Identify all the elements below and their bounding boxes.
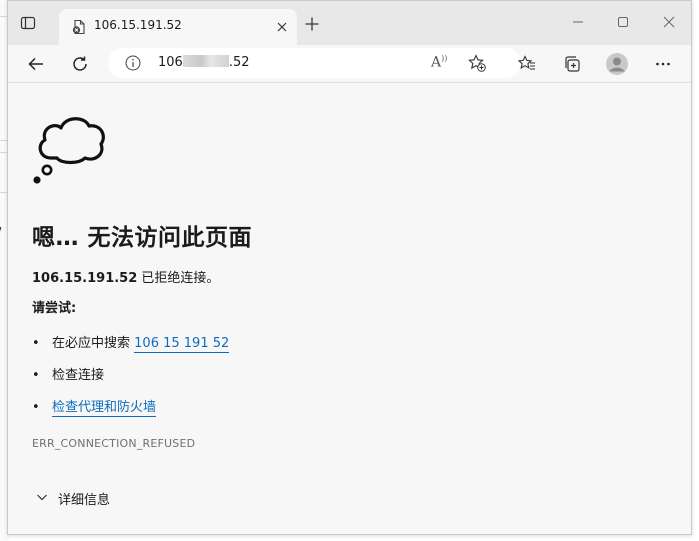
close-icon[interactable] <box>659 13 679 31</box>
address-bar[interactable]: 106.52 A)) <box>108 48 521 78</box>
suggestion-search-text: 在必应中搜索 <box>52 336 131 351</box>
refresh-icon[interactable] <box>67 51 93 77</box>
favicon-error-icon <box>71 19 87 35</box>
browser-window: 106.15.191.52 106 .52 A)) 嗯… 无法访问此页面 106… <box>7 0 692 535</box>
maximize-icon[interactable] <box>613 13 633 31</box>
info-icon[interactable] <box>125 55 141 71</box>
bing-search-link[interactable]: 106 15 191 52 <box>134 336 230 353</box>
proxy-firewall-link[interactable]: 检查代理和防火墙 <box>52 400 157 417</box>
suggestion-check-connection: • 检查连接 <box>32 368 105 383</box>
add-favorite-icon[interactable] <box>467 53 487 73</box>
tab-title: 106.15.191.52 <box>94 18 182 32</box>
profile-avatar-icon[interactable] <box>604 51 630 77</box>
read-aloud-icon[interactable]: A)) <box>431 54 447 71</box>
tab-actions-icon[interactable] <box>20 15 36 31</box>
address-prefix: 106 <box>158 55 183 70</box>
new-tab-icon[interactable] <box>304 16 320 32</box>
details-toggle[interactable]: 详细信息 <box>36 489 110 508</box>
address-text[interactable]: 106.52 <box>158 55 250 70</box>
address-suffix: .52 <box>228 55 250 70</box>
error-code: ERR_CONNECTION_REFUSED <box>32 437 196 450</box>
tab-bar: 106.15.191.52 <box>8 1 691 45</box>
back-arrow-icon[interactable] <box>23 51 49 77</box>
chevron-down-icon <box>36 491 48 507</box>
try-label: 请尝试: <box>32 301 77 316</box>
thought-cloud-icon <box>31 114 107 190</box>
error-page: 嗯… 无法访问此页面 106.15.191.52 已拒绝连接。 请尝试: • 在必… <box>8 83 691 534</box>
suggestion-search: • 在必应中搜索 106 15 191 52 <box>32 336 230 353</box>
error-message: 106.15.191.52 已拒绝连接。 <box>32 267 219 286</box>
more-icon[interactable] <box>650 51 676 77</box>
tab-active[interactable]: 106.15.191.52 <box>59 9 297 45</box>
toolbar: 106.52 A)) <box>8 45 691 83</box>
error-host: 106.15.191.52 <box>32 271 138 286</box>
suggestion-proxy-firewall: • 检查代理和防火墙 <box>32 400 157 417</box>
suggestion-check-connection-text: 检查连接 <box>52 368 105 383</box>
minimize-icon[interactable] <box>568 13 588 31</box>
favorites-icon[interactable] <box>514 51 540 77</box>
collections-icon[interactable] <box>559 51 585 77</box>
details-label: 详细信息 <box>58 493 111 508</box>
tab-close-icon[interactable] <box>275 19 289 33</box>
error-description: 已拒绝连接。 <box>141 271 220 286</box>
page-title: 嗯… 无法访问此页面 <box>32 225 253 251</box>
redacted-address-segment <box>182 55 229 67</box>
